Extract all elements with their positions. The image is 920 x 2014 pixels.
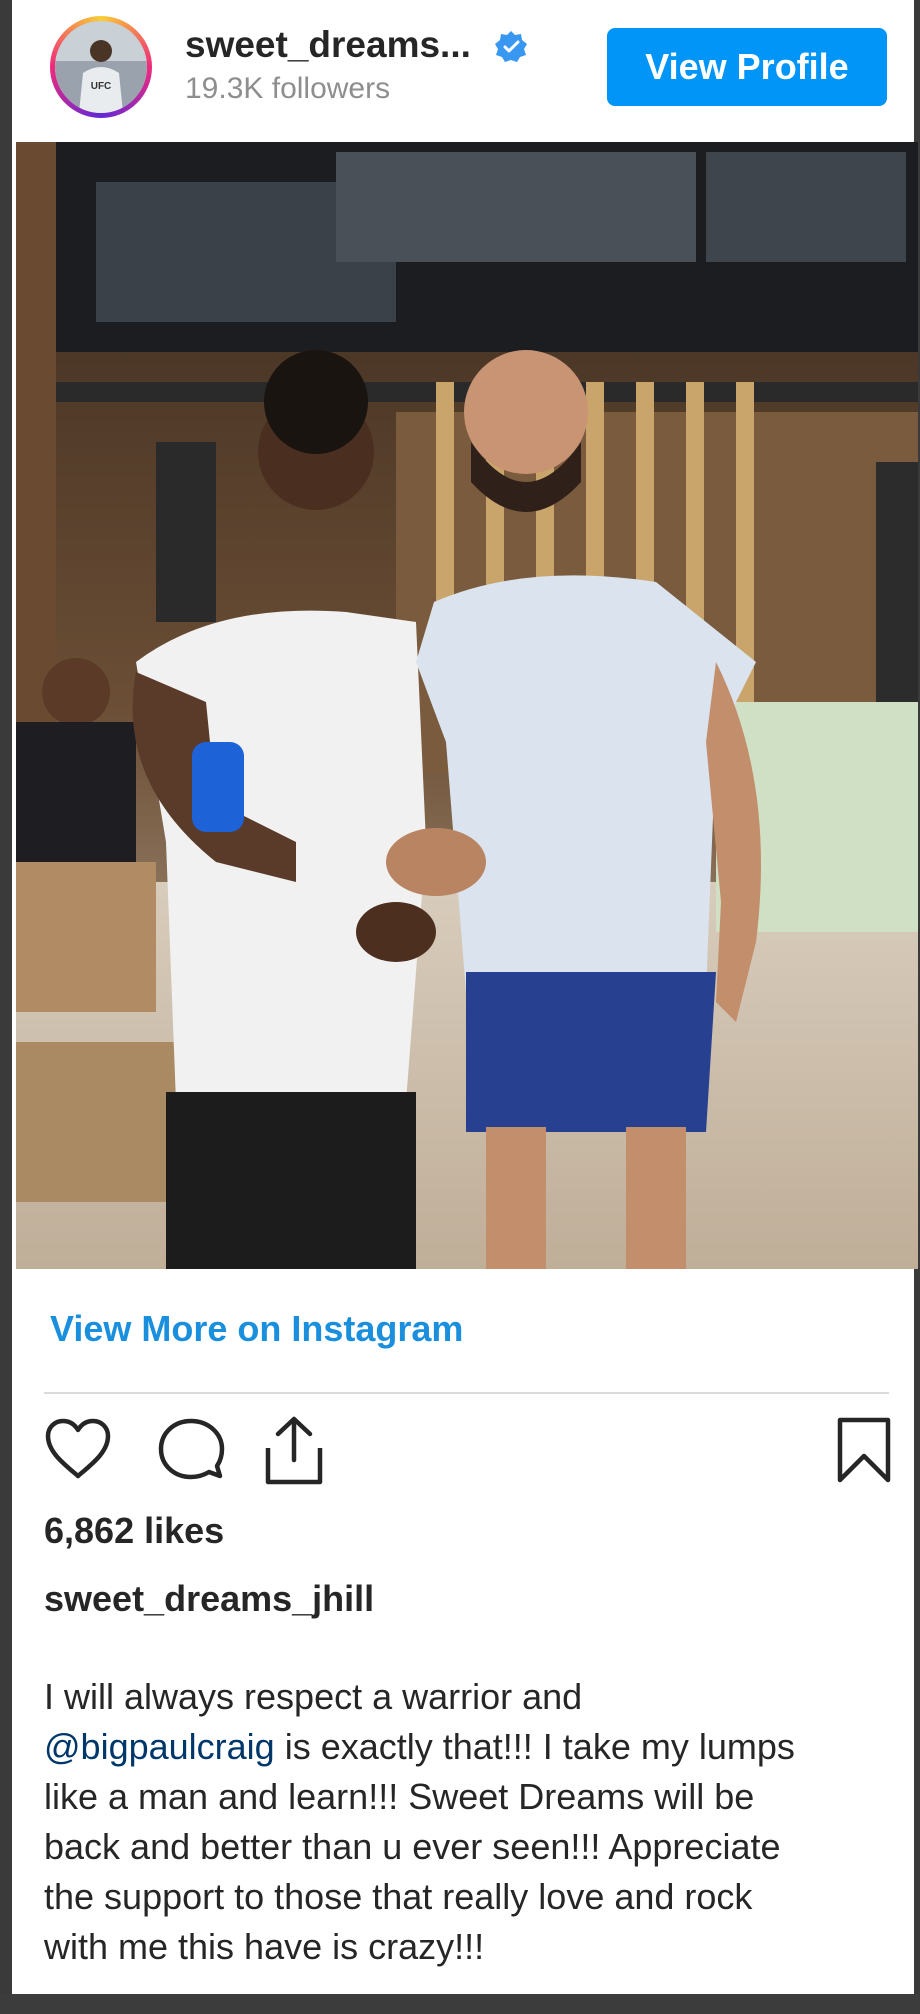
caption-line: with me this have is crazy!!! <box>44 1926 485 1967</box>
comment-icon[interactable] <box>157 1418 225 1487</box>
caption-line: like a man and learn!!! Sweet Dreams wil… <box>44 1776 755 1817</box>
caption-line: I will always respect a warrior and <box>44 1676 583 1717</box>
avatar-image: UFC <box>55 21 147 113</box>
instagram-embed-card: UFC sweet_dreams... 19.3K followers View… <box>12 0 918 1994</box>
caption-text: I will always respect a warrior and @big… <box>44 1672 889 1972</box>
mention-link[interactable]: @bigpaulcraig <box>44 1726 275 1767</box>
view-profile-button[interactable]: View Profile <box>607 28 887 106</box>
post-photo[interactable] <box>16 142 918 1269</box>
caption-line-text: is exactly that!!! I take my lumps <box>284 1726 795 1767</box>
caption-line: @bigpaulcraig is exactly that!!! I take … <box>44 1722 889 1772</box>
avatar[interactable]: UFC <box>50 16 152 118</box>
svg-text:UFC: UFC <box>91 81 112 92</box>
view-more-on-instagram-link[interactable]: View More on Instagram <box>50 1308 463 1350</box>
heart-icon[interactable] <box>44 1418 112 1485</box>
username[interactable]: sweet_dreams... <box>185 24 471 66</box>
bottom-bar <box>0 1994 920 2014</box>
like-count[interactable]: 6,862 likes <box>44 1510 224 1552</box>
verified-badge-icon <box>494 30 528 64</box>
follower-count: 19.3K followers <box>185 72 391 105</box>
divider <box>44 1392 889 1394</box>
share-icon[interactable] <box>262 1414 326 1491</box>
caption-line: the support to those that really love an… <box>44 1876 753 1917</box>
caption-line: back and better than u ever seen!!! Appr… <box>44 1826 781 1867</box>
post-header: UFC sweet_dreams... 19.3K followers View… <box>12 0 914 142</box>
caption-username[interactable]: sweet_dreams_jhill <box>44 1578 374 1620</box>
bookmark-icon[interactable] <box>836 1416 892 1489</box>
